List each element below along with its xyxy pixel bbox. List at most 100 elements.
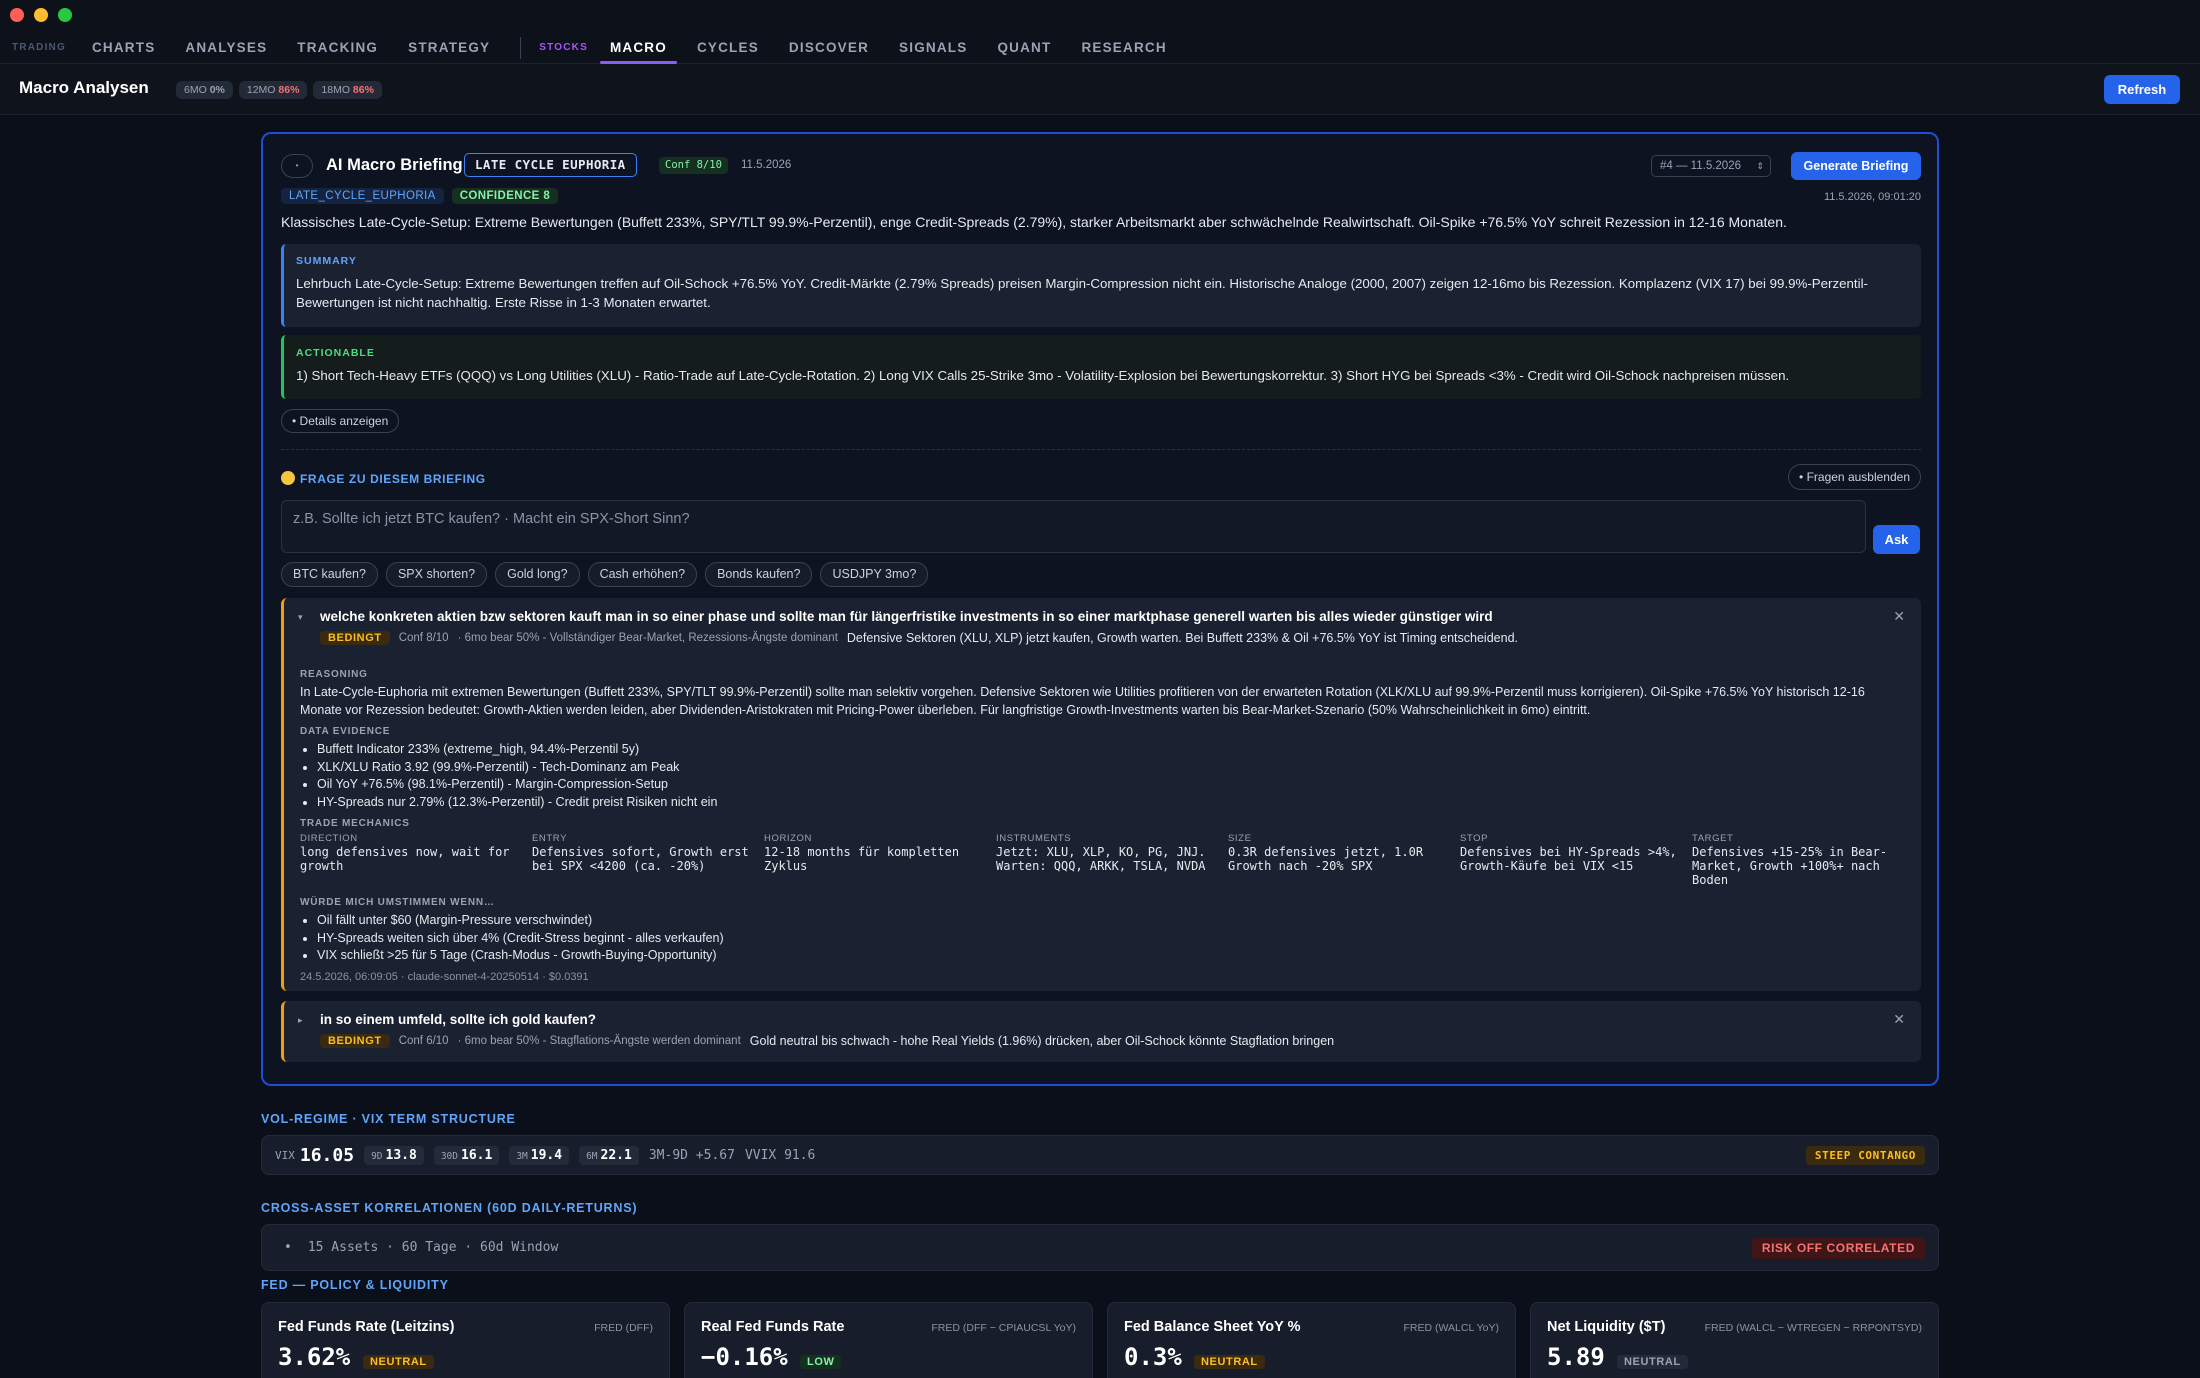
fed-card-real-rate: Real Fed Funds Rate FRED (DFF − CPIAUCSL… bbox=[684, 1302, 1093, 1378]
list-item: VIX schließt >25 für 5 Tage (Crash-Modus… bbox=[317, 947, 1905, 965]
chip-usdjpy[interactable]: USDJPY 3mo? bbox=[820, 562, 929, 587]
summary-box: SUMMARY Lehrbuch Late-Cycle-Setup: Extre… bbox=[281, 244, 1921, 327]
card-source: FRED (DFF) bbox=[594, 1322, 653, 1334]
qa-scenario: · 6mo bear 50% - Stagflations-Ängste wer… bbox=[457, 1035, 741, 1047]
term-30d: 30D 16.1 bbox=[433, 1145, 500, 1165]
nav-group-trading: TRADING bbox=[12, 42, 66, 53]
minimize-window-button[interactable] bbox=[34, 8, 48, 22]
chip-gold[interactable]: Gold long? bbox=[495, 562, 580, 587]
nav-tab-discover[interactable]: DISCOVER bbox=[789, 31, 869, 64]
mechanic-stop: STOP Defensives bei HY-Spreads >4%, Growt… bbox=[1460, 833, 1677, 873]
trade-mechanics-grid: DIRECTION long defensives now, wait for g… bbox=[300, 833, 1905, 887]
change-mind-list: Oil fällt unter $60 (Margin-Pressure ver… bbox=[317, 912, 1905, 965]
status-badge: LOW bbox=[800, 1355, 842, 1369]
vix-term-bar: VIX 16.05 9D 13.8 30D 16.1 3M 19.4 6M 22.1 3… bbox=[261, 1135, 1939, 1175]
fed-card-funds-rate: Fed Funds Rate (Leitzins) FRED (DFF) 3.6… bbox=[261, 1302, 670, 1378]
ask-button[interactable]: Ask bbox=[1873, 525, 1920, 554]
qa-item-collapsed: ▸ in so einem umfeld, sollte ich gold ka… bbox=[281, 1001, 1921, 1062]
qa-question[interactable]: in so einem umfeld, sollte ich gold kauf… bbox=[320, 1012, 596, 1027]
correlation-summary-text: 15 Assets · 60 Tage · 60d Window bbox=[307, 1240, 559, 1255]
chevron-updown-icon: ⇕ bbox=[1756, 161, 1764, 171]
actionable-box: ACTIONABLE 1) Short Tech-Heavy ETFs (QQQ… bbox=[281, 335, 1921, 399]
chip-bonds[interactable]: Bonds kaufen? bbox=[705, 562, 813, 587]
confidence-badge: Conf 8/10 bbox=[659, 157, 728, 174]
nav-tab-quant[interactable]: QUANT bbox=[997, 31, 1051, 64]
vix-term-structure: VIX 16.05 9D 13.8 30D 16.1 3M 19.4 6M 22.1 3… bbox=[275, 1136, 815, 1174]
chip-btc[interactable]: BTC kaufen? bbox=[281, 562, 378, 587]
nav-tab-strategy[interactable]: STRATEGY bbox=[408, 31, 490, 64]
card-source: FRED (WALCL − WTREGEN − RRPONTSYD) bbox=[1704, 1322, 1922, 1334]
chip-cash[interactable]: Cash erhöhen? bbox=[587, 562, 698, 587]
briefing-timestamp: 11.5.2026, 09:01:20 bbox=[1823, 191, 1921, 203]
vvix-value: VVIX 91.6 bbox=[744, 1147, 816, 1163]
qa-question[interactable]: welche konkreten aktien bzw sektoren kau… bbox=[320, 609, 1493, 624]
confidence-tag: CONFIDENCE 8 bbox=[451, 188, 559, 204]
nav-tab-signals[interactable]: SIGNALS bbox=[899, 31, 967, 64]
question-section-title: FRAGE ZU DIESEM BRIEFING bbox=[281, 471, 486, 486]
card-value: −0.16% bbox=[701, 1343, 788, 1371]
nav-tab-research[interactable]: RESEARCH bbox=[1081, 31, 1166, 64]
collapse-toggle-icon[interactable]: • bbox=[281, 154, 313, 178]
mechanics-label: TRADE MECHANICS bbox=[300, 818, 410, 829]
top-bar: TRADING CHARTS ANALYSES TRACKING STRATEG… bbox=[0, 0, 2200, 64]
card-source: FRED (WALCL YoY) bbox=[1403, 1322, 1500, 1334]
vol-section-title: VOL-REGIME · VIX TERM STRUCTURE bbox=[261, 1112, 516, 1126]
qa-confidence: Conf 6/10 bbox=[398, 1035, 449, 1047]
close-window-button[interactable] bbox=[10, 8, 24, 22]
evidence-list: Buffett Indicator 233% (extreme_high, 94… bbox=[317, 741, 1905, 811]
term-3m: 3M 19.4 bbox=[509, 1145, 570, 1165]
contango-badge: STEEP CONTANGO bbox=[1805, 1146, 1925, 1165]
badge-18mo: 18MO 86% bbox=[313, 81, 382, 99]
card-value: 0.3% bbox=[1124, 1343, 1182, 1371]
page-title: Macro Analysen bbox=[19, 78, 149, 97]
mechanic-size: SIZE 0.3R defensives jetzt, 1.0R Growth n… bbox=[1228, 833, 1424, 873]
qa-answer: Defensive Sektoren (XLU, XLP) jetzt kauf… bbox=[846, 631, 1518, 645]
close-icon[interactable]: ✕ bbox=[1893, 1011, 1905, 1028]
briefing-date: 11.5.2026 bbox=[741, 159, 792, 171]
qa-item-expanded: ▾ welche konkreten aktien bzw sektoren k… bbox=[281, 598, 1921, 991]
generate-briefing-button[interactable]: Generate Briefing bbox=[1791, 152, 1921, 180]
badge-12mo: 12MO 86% bbox=[238, 81, 308, 99]
chip-spx[interactable]: SPX shorten? bbox=[385, 562, 488, 587]
summary-text: Lehrbuch Late-Cycle-Setup: Extreme Bewer… bbox=[296, 276, 1868, 310]
page-header: Macro Analysen 6MO 0% 12MO 86% 18MO 86% … bbox=[0, 64, 2200, 115]
evidence-label: DATA EVIDENCE bbox=[300, 726, 391, 737]
fed-card-balance-sheet: Fed Balance Sheet YoY % FRED (WALCL YoY)… bbox=[1107, 1302, 1516, 1378]
vix-value: 16.05 bbox=[299, 1144, 355, 1166]
briefing-version-select[interactable]: #4 — 11.5.2026 ⇕ bbox=[1651, 155, 1771, 177]
vix-label: VIX bbox=[275, 1148, 295, 1162]
question-input[interactable]: z.B. Sollte ich jetzt BTC kaufen? · Mach… bbox=[281, 500, 1866, 553]
risk-off-badge: RISK OFF CORRELATED bbox=[1751, 1238, 1925, 1259]
chevron-right-icon[interactable]: ▸ bbox=[298, 1015, 303, 1026]
correlation-summary: • 15 Assets · 60 Tage · 60d Window bbox=[284, 1225, 558, 1270]
hide-questions-button[interactable]: • Fragen ausblenden bbox=[1788, 464, 1921, 490]
nav-tab-tracking[interactable]: TRACKING bbox=[297, 31, 378, 64]
expand-toggle-icon[interactable]: • bbox=[284, 1240, 292, 1255]
card-value: 3.62% bbox=[278, 1343, 351, 1371]
fed-card-net-liquidity: Net Liquidity ($T) FRED (WALCL − WTREGEN… bbox=[1530, 1302, 1939, 1378]
reasoning-text: In Late-Cycle-Euphoria mit extremen Bewe… bbox=[300, 685, 1865, 717]
term-spread: 3M-9D +5.67 bbox=[648, 1147, 735, 1163]
correlation-bar[interactable]: • 15 Assets · 60 Tage · 60d Window RISK … bbox=[261, 1224, 1939, 1271]
list-item: HY-Spreads weiten sich über 4% (Credit-S… bbox=[317, 930, 1905, 948]
nav-tab-charts[interactable]: CHARTS bbox=[92, 31, 155, 64]
briefing-title: AI Macro Briefing bbox=[326, 156, 463, 174]
close-icon[interactable]: ✕ bbox=[1893, 608, 1905, 625]
briefing-header: • AI Macro Briefing LATE CYCLE EUPHORIA … bbox=[281, 152, 1921, 180]
verdict-badge: BEDINGT bbox=[320, 1034, 390, 1048]
nav-tab-cycles[interactable]: CYCLES bbox=[697, 31, 759, 64]
list-item: HY-Spreads nur 2.79% (12.3%-Perzentil) -… bbox=[317, 794, 1905, 812]
briefing-panel: • AI Macro Briefing LATE CYCLE EUPHORIA … bbox=[261, 132, 1939, 1086]
maximize-window-button[interactable] bbox=[58, 8, 72, 22]
regime-tag: LATE_CYCLE_EUPHORIA bbox=[281, 188, 444, 204]
nav-tab-analyses[interactable]: ANALYSES bbox=[185, 31, 267, 64]
refresh-button[interactable]: Refresh bbox=[2104, 75, 2180, 104]
nav-tab-macro[interactable]: MACRO bbox=[599, 31, 677, 64]
card-title: Fed Funds Rate (Leitzins) bbox=[278, 1319, 455, 1335]
nav-group-stocks: STOCKS bbox=[539, 42, 588, 53]
fed-section-title: FED — POLICY & LIQUIDITY bbox=[261, 1278, 449, 1292]
chevron-down-icon[interactable]: ▾ bbox=[298, 612, 303, 623]
change-mind-label: WÜRDE MICH UMSTIMMEN WENN… bbox=[300, 897, 495, 908]
card-title: Real Fed Funds Rate bbox=[701, 1319, 845, 1335]
show-details-button[interactable]: • Details anzeigen bbox=[281, 409, 400, 433]
